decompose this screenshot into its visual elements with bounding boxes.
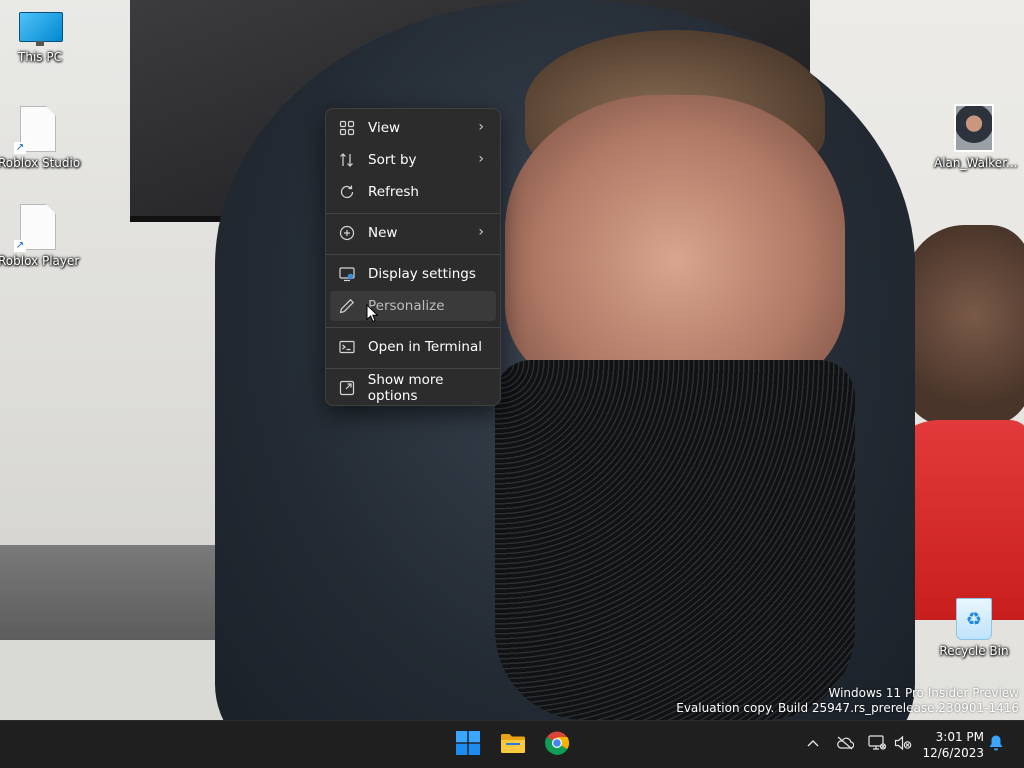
chevron-right-icon: › (478, 119, 484, 135)
desktop-icon-roblox-player[interactable]: ↗ Roblox Player (0, 204, 80, 268)
notification-bell-icon (988, 734, 1004, 756)
clock-time: 3:01 PM (935, 730, 984, 744)
wallpaper-floor-shape (0, 640, 240, 720)
mouse-cursor-icon (366, 303, 379, 327)
chevron-right-icon: › (478, 151, 484, 167)
show-hidden-icons-button[interactable] (804, 736, 822, 754)
menu-item-label: Refresh (368, 184, 419, 200)
wallpaper-shelf-shape (0, 545, 230, 645)
menu-item-sort-by[interactable]: Sort by › (330, 145, 496, 175)
menu-item-label: Personalize (368, 298, 445, 314)
monitor-icon (19, 12, 63, 46)
menu-item-show-more-options[interactable]: Show more options (330, 372, 496, 404)
desktop-icon-roblox-studio[interactable]: ↗ Roblox Studio (0, 106, 81, 170)
grid-view-icon (338, 119, 356, 137)
windows-logo-icon (456, 731, 480, 759)
image-thumbnail-icon (954, 104, 994, 152)
desktop-icon-alan-walker[interactable]: Alan_Walker... (934, 104, 1018, 170)
wallpaper-face-shape (505, 95, 845, 395)
menu-item-label: Display settings (368, 266, 476, 282)
menu-item-display-settings[interactable]: Display settings (330, 259, 496, 289)
folder-icon (500, 732, 526, 758)
menu-separator (326, 213, 500, 214)
desktop-wallpaper[interactable] (0, 0, 1024, 720)
plus-circle-icon (338, 224, 356, 242)
file-explorer-button[interactable] (497, 729, 529, 761)
menu-item-label: Show more options (367, 372, 444, 404)
clock-date: 12/6/2023 (922, 746, 984, 760)
shortcut-arrow-icon: ↗ (14, 142, 26, 154)
menu-item-open-in-terminal[interactable]: Open in Terminal (330, 332, 496, 362)
windows-evaluation-watermark: Windows 11 Pro Insider Preview Evaluatio… (676, 686, 1019, 716)
chevron-up-icon (806, 737, 820, 753)
menu-separator (326, 254, 500, 255)
volume-muted-icon (894, 735, 912, 755)
onedrive-offline-icon (836, 736, 855, 754)
wallpaper-background-person-head (905, 225, 1024, 425)
desktop-icon-label: Recycle Bin (939, 644, 1009, 658)
desktop-icon-this-pc[interactable]: This PC (0, 12, 80, 64)
taskbar: 3:01 PM 12/6/2023 (0, 720, 1024, 768)
desktop-icon-recycle-bin[interactable]: ♻ Recycle Bin (934, 598, 1014, 658)
menu-item-personalize[interactable]: Personalize (330, 291, 496, 321)
taskbar-clock[interactable]: 3:01 PM 12/6/2023 (920, 729, 984, 761)
external-options-icon (338, 379, 356, 397)
chevron-right-icon: › (478, 224, 484, 240)
pen-icon (338, 297, 356, 315)
watermark-edition: Windows 11 Pro Insider Preview (828, 686, 1019, 700)
notifications-button[interactable] (987, 734, 1005, 756)
watermark-build: Evaluation copy. Build 25947.rs_prerelea… (676, 701, 1019, 715)
menu-separator (326, 368, 500, 369)
terminal-icon (338, 338, 356, 356)
menu-item-label: View (368, 120, 401, 136)
recycle-bin-icon: ♻ (956, 598, 992, 640)
menu-item-refresh[interactable]: Refresh (330, 177, 496, 207)
onedrive-tray-button[interactable] (836, 736, 855, 754)
refresh-icon (338, 183, 356, 201)
menu-item-label: Sort by (368, 152, 417, 168)
desktop-icon-label: Roblox Player (0, 254, 80, 268)
start-button[interactable] (452, 729, 484, 761)
menu-item-view[interactable]: View › (330, 113, 496, 143)
display-settings-icon (338, 265, 356, 283)
menu-separator (326, 327, 500, 328)
menu-item-label: New (368, 225, 398, 241)
network-icon (868, 735, 887, 755)
menu-item-label: Open in Terminal (368, 339, 482, 355)
chrome-icon (545, 731, 570, 759)
menu-item-new[interactable]: New › (330, 218, 496, 248)
desktop-icon-label: Alan_Walker... (934, 156, 1018, 170)
desktop-context-menu: View › Sort by › Refresh New › Display s… (325, 108, 501, 406)
sort-icon (338, 151, 356, 169)
wallpaper-mask-shape (495, 360, 855, 720)
desktop-icon-label: Roblox Studio (0, 156, 81, 170)
shortcut-arrow-icon: ↗ (14, 240, 26, 252)
chrome-button[interactable] (541, 729, 573, 761)
desktop-icon-label: This PC (18, 50, 62, 64)
network-tray-button[interactable] (868, 735, 887, 755)
volume-tray-button[interactable] (894, 735, 912, 755)
